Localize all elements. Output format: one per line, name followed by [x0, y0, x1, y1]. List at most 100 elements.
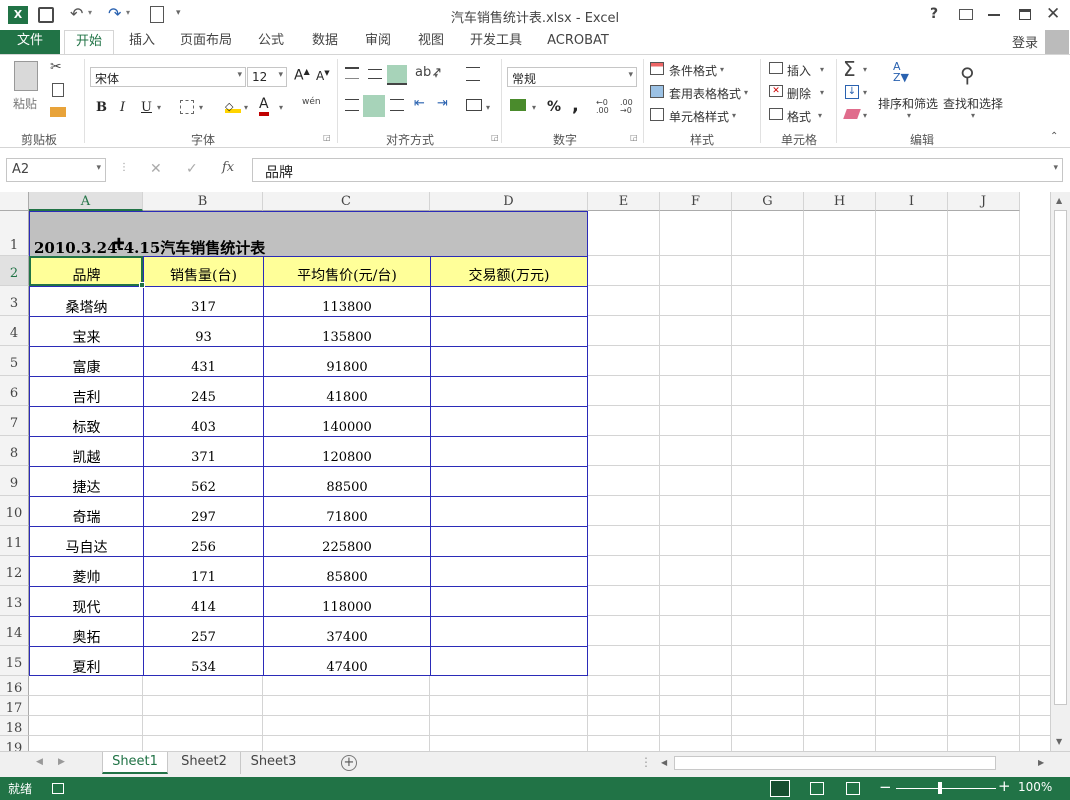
- brand-cell[interactable]: 凯越: [29, 436, 143, 466]
- font-color-dropdown-icon[interactable]: ▾: [279, 103, 283, 112]
- increase-indent-icon[interactable]: ⇥: [437, 96, 448, 111]
- maximize-icon[interactable]: [1019, 9, 1031, 20]
- align-right-icon[interactable]: [390, 99, 404, 111]
- clear-dropdown-icon[interactable]: ▾: [863, 111, 867, 120]
- insert-cells-button[interactable]: 插入: [787, 62, 811, 79]
- print-preview-icon[interactable]: [150, 6, 164, 23]
- decrease-decimal-icon[interactable]: .00 →0: [620, 99, 633, 115]
- delete-cells-icon[interactable]: ✕: [769, 85, 783, 97]
- data-cell[interactable]: [430, 586, 588, 616]
- row-header-7[interactable]: 7: [0, 406, 29, 436]
- cancel-entry-icon[interactable]: ✕: [150, 161, 162, 177]
- horizontal-scrollbar[interactable]: ◀ ▶: [658, 755, 1050, 772]
- sort-filter-button[interactable]: 排序和筛选: [878, 95, 938, 112]
- increase-decimal-icon[interactable]: ←0.00: [596, 99, 609, 115]
- tab-home[interactable]: 开始: [64, 30, 114, 55]
- row-header-14[interactable]: 14: [0, 616, 29, 646]
- data-cell[interactable]: 297: [143, 496, 263, 526]
- brand-cell[interactable]: 奥拓: [29, 616, 143, 646]
- fill-dropdown-icon[interactable]: ▾: [863, 88, 867, 97]
- undo-icon[interactable]: ↶: [70, 4, 83, 23]
- data-cell[interactable]: 91800: [263, 346, 430, 376]
- format-cells-icon[interactable]: [769, 108, 783, 120]
- italic-button[interactable]: I: [120, 100, 125, 115]
- page-break-view-icon[interactable]: [846, 782, 860, 795]
- horizontal-scroll-thumb[interactable]: [674, 756, 996, 770]
- align-center-icon[interactable]: [363, 95, 385, 117]
- data-cell[interactable]: 85800: [263, 556, 430, 586]
- cell-styles-icon[interactable]: [650, 108, 664, 121]
- data-cell[interactable]: 562: [143, 466, 263, 496]
- data-cell[interactable]: 534: [143, 646, 263, 676]
- format-painter-icon[interactable]: [50, 107, 66, 117]
- header-cell[interactable]: 销售量(台): [143, 256, 263, 286]
- decrease-indent-icon[interactable]: ⇤: [414, 96, 425, 111]
- row-header-16[interactable]: 16: [0, 676, 29, 696]
- normal-view-icon[interactable]: [770, 780, 790, 797]
- underline-dropdown-icon[interactable]: ▾: [157, 103, 161, 112]
- header-cell[interactable]: 品牌: [29, 256, 143, 286]
- scroll-down-icon[interactable]: ▼: [1056, 737, 1062, 746]
- data-cell[interactable]: 317: [143, 286, 263, 316]
- ribbon-display-icon[interactable]: [959, 9, 973, 20]
- cell-styles-button[interactable]: 单元格样式: [669, 108, 729, 125]
- data-cell[interactable]: 431: [143, 346, 263, 376]
- underline-button[interactable]: U: [141, 100, 152, 115]
- autosum-icon[interactable]: Σ: [843, 57, 856, 81]
- data-cell[interactable]: [430, 286, 588, 316]
- orientation-icon[interactable]: ab↗: [415, 65, 442, 80]
- find-select-dropdown-icon[interactable]: ▾: [971, 111, 975, 120]
- paste-button[interactable]: 粘贴: [13, 95, 37, 112]
- number-format-select[interactable]: 常规 ▾: [507, 67, 637, 87]
- borders-dropdown-icon[interactable]: ▾: [199, 103, 203, 112]
- data-cell[interactable]: 403: [143, 406, 263, 436]
- delete-cells-dropdown-icon[interactable]: ▾: [820, 88, 824, 97]
- data-cell[interactable]: 245: [143, 376, 263, 406]
- fill-color-icon[interactable]: ◇: [225, 99, 241, 113]
- find-select-icon[interactable]: ⚲: [960, 63, 975, 87]
- brand-cell[interactable]: 宝来: [29, 316, 143, 346]
- percent-button[interactable]: %: [547, 99, 561, 115]
- save-icon[interactable]: [38, 7, 54, 23]
- find-select-button[interactable]: 查找和选择: [943, 95, 1003, 112]
- data-cell[interactable]: [430, 346, 588, 376]
- alignment-dialog-launcher-icon[interactable]: ◲: [491, 133, 499, 142]
- row-header-18[interactable]: 18: [0, 716, 29, 736]
- paste-icon[interactable]: [14, 61, 38, 91]
- data-cell[interactable]: 225800: [263, 526, 430, 556]
- tab-review[interactable]: 审阅: [355, 30, 401, 54]
- tab-page-layout[interactable]: 页面布局: [172, 30, 240, 54]
- data-cell[interactable]: 135800: [263, 316, 430, 346]
- autosum-dropdown-icon[interactable]: ▾: [863, 65, 867, 74]
- redo-dropdown-icon[interactable]: ▾: [126, 8, 130, 17]
- column-header-b[interactable]: B: [143, 192, 263, 211]
- column-header-a[interactable]: A: [29, 192, 143, 211]
- sheet-tab-sheet2[interactable]: Sheet2: [170, 752, 238, 774]
- row-header-12[interactable]: 12: [0, 556, 29, 586]
- format-as-table-icon[interactable]: [650, 85, 664, 98]
- bold-button[interactable]: B: [96, 100, 107, 115]
- vertical-scroll-thumb[interactable]: [1054, 210, 1067, 705]
- merge-dropdown-icon[interactable]: ▾: [486, 103, 490, 112]
- row-header-13[interactable]: 13: [0, 586, 29, 616]
- column-header-j[interactable]: J: [948, 192, 1020, 211]
- tab-view[interactable]: 视图: [408, 30, 454, 54]
- copy-icon[interactable]: [52, 83, 64, 97]
- align-top-icon[interactable]: [345, 67, 359, 79]
- data-cell[interactable]: 414: [143, 586, 263, 616]
- row-header-6[interactable]: 6: [0, 376, 29, 406]
- zoom-slider[interactable]: [896, 782, 996, 794]
- brand-cell[interactable]: 菱帅: [29, 556, 143, 586]
- fill-color-dropdown-icon[interactable]: ▾: [244, 103, 248, 112]
- row-header-2[interactable]: 2: [0, 256, 29, 286]
- data-cell[interactable]: 171: [143, 556, 263, 586]
- column-header-f[interactable]: F: [660, 192, 732, 211]
- column-header-c[interactable]: C: [263, 192, 430, 211]
- align-middle-icon[interactable]: [368, 69, 382, 79]
- wrap-text-icon[interactable]: [466, 67, 480, 81]
- formula-input[interactable]: 品牌 ▾: [252, 158, 1063, 182]
- brand-cell[interactable]: 标致: [29, 406, 143, 436]
- macro-record-icon[interactable]: [52, 783, 64, 794]
- format-as-table-button[interactable]: 套用表格格式: [669, 85, 741, 102]
- data-cell[interactable]: 257: [143, 616, 263, 646]
